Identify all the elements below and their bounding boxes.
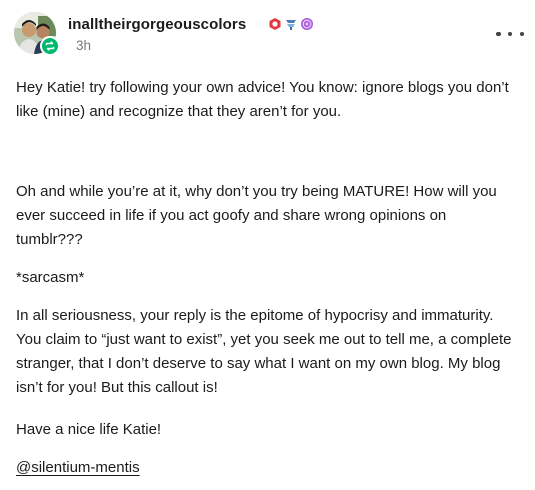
spiral-badge-icon[interactable] — [300, 17, 314, 31]
reblog-icon — [40, 36, 60, 56]
post-timestamp: 3h — [76, 38, 92, 53]
post-header: inalltheirgorgeouscolors 3h — [14, 12, 524, 60]
blog-mention-link[interactable]: @silentium-mentis — [16, 459, 140, 476]
sticker-badge-icon[interactable] — [268, 17, 282, 31]
blog-badges — [268, 16, 314, 32]
more-options-icon — [496, 31, 501, 37]
post-paragraph: In all seriousness, your reply is the ep… — [16, 307, 512, 396]
more-options-button[interactable] — [496, 24, 524, 44]
more-options-icon — [507, 31, 513, 37]
post-paragraph: Oh and while you’re at it, why don’t you… — [16, 183, 497, 248]
post-paragraph: *sarcasm* — [16, 269, 85, 286]
post-paragraph: Have a nice life Katie! — [16, 421, 162, 438]
mention-paragraph: @silentium-mentis — [16, 456, 516, 480]
post-paragraph: Hey Katie! try following your own advice… — [16, 79, 509, 120]
more-options-icon — [519, 31, 524, 37]
blog-name[interactable]: inalltheirgorgeouscolors — [68, 16, 246, 33]
fish-badge-icon[interactable] — [284, 17, 298, 31]
post: inalltheirgorgeouscolors 3h Hey Katie! t… — [0, 0, 535, 490]
